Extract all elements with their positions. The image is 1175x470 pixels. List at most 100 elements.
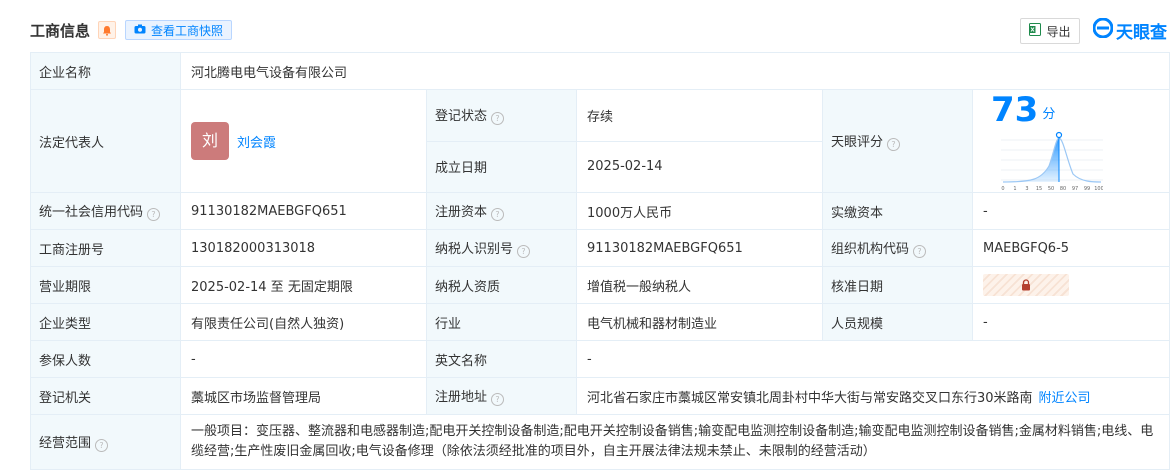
- credit-code-value: 91130182MAEBGFQ651: [180, 192, 427, 230]
- english-name-value: -: [575, 340, 1171, 378]
- help-icon[interactable]: ?: [491, 112, 505, 126]
- reg-capital-value: 1000万人民币: [576, 192, 823, 230]
- score-label: 天眼评分: [831, 135, 884, 150]
- score-chart-tick: 50: [1048, 186, 1054, 192]
- bell-icon[interactable]: [98, 21, 116, 39]
- approval-date-cell: [971, 266, 1171, 304]
- paid-capital-label: 实缴资本: [822, 192, 973, 230]
- staff-size-value: -: [971, 303, 1171, 341]
- reg-number-label: 工商注册号: [30, 229, 181, 267]
- help-icon[interactable]: ?: [517, 245, 531, 258]
- legal-rep-label: 法定代表人: [30, 89, 181, 193]
- view-snapshot-button[interactable]: 查看工商快照: [125, 20, 233, 40]
- org-code-value: MAEBGFQ6-5: [971, 229, 1171, 267]
- reg-number-value: 130182000313018: [180, 229, 427, 267]
- lock-icon: [1022, 279, 1030, 291]
- brand-logo: 天眼查: [1092, 17, 1167, 43]
- score-unit: 分: [1042, 106, 1056, 122]
- org-code-label: 组织机构代码: [831, 242, 910, 257]
- taxpayer-id-label-cell: 纳税人识别号?: [426, 229, 577, 267]
- nearby-companies-link[interactable]: 附近公司: [1039, 391, 1091, 406]
- founded-label: 成立日期: [426, 140, 577, 193]
- reg-address-cell: 河北省石家庄市藁城区常安镇北周卦村中华大街与常安路交叉口东行30米路南 附近公司: [575, 377, 1171, 415]
- tianyancha-logo-icon: [1092, 17, 1114, 43]
- help-icon[interactable]: ?: [491, 208, 505, 221]
- reg-capital-label: 注册资本: [435, 205, 488, 220]
- reg-authority-label: 登记机关: [30, 377, 181, 415]
- credit-code-label: 统一社会信用代码: [39, 205, 144, 220]
- staff-size-label: 人员规模: [822, 303, 973, 341]
- locked-value[interactable]: [983, 274, 1069, 296]
- reg-status-label-cell: 登记状态?: [426, 89, 577, 142]
- table-row: 企业名称 河北腾电电气设备有限公司: [30, 52, 1171, 90]
- industry-label: 行业: [426, 303, 577, 341]
- taxpayer-qual-value: 增值税一般纳税人: [576, 266, 823, 304]
- table-row: 登记机关 藁城区市场监督管理局 注册地址? 河北省石家庄市藁城区常安镇北周卦村中…: [30, 377, 1171, 415]
- credit-code-label-cell: 统一社会信用代码?: [30, 192, 181, 230]
- help-icon[interactable]: ?: [95, 439, 109, 452]
- section-title: 工商信息: [30, 22, 91, 40]
- score-chart-tick: 3: [1025, 186, 1028, 192]
- reg-address-label: 注册地址: [435, 390, 488, 405]
- reg-status-label: 登记状态: [435, 109, 488, 125]
- score-chart-tick: 0: [1001, 186, 1004, 192]
- business-term-value: 2025-02-14 至 无固定期限: [180, 266, 427, 304]
- table-row: 工商注册号 130182000313018 纳税人识别号? 91130182MA…: [30, 229, 1171, 267]
- company-name-label: 企业名称: [30, 52, 181, 90]
- legal-rep-cell: 刘刘会霞: [180, 89, 427, 193]
- export-button[interactable]: 导出: [1020, 18, 1080, 44]
- avatar[interactable]: 刘: [191, 122, 229, 160]
- help-icon[interactable]: ?: [491, 393, 505, 406]
- score-chart-tick: 15: [1036, 186, 1042, 192]
- approval-date-label: 核准日期: [822, 266, 973, 304]
- score-chart-tick: 99: [1084, 186, 1090, 192]
- reg-capital-label-cell: 注册资本?: [426, 192, 577, 230]
- insured-label: 参保人数: [30, 340, 181, 378]
- founded-value: 2025-02-14: [576, 140, 823, 193]
- score-chart-tick: 97: [1072, 186, 1078, 192]
- export-label: 导出: [1046, 24, 1071, 39]
- brand-name: 天眼查: [1116, 23, 1167, 43]
- table-row: 法定代表人 刘刘会霞 登记状态? 存续 天眼评分? 73 分 0 1 3 15 50 80 9…: [30, 89, 1171, 193]
- scope-label: 经营范围: [39, 436, 92, 451]
- score-label-cell: 天眼评分?: [822, 89, 973, 193]
- table-row: 参保人数 - 英文名称 -: [30, 340, 1171, 378]
- excel-icon: [1029, 23, 1042, 39]
- score-chart-tick: 100: [1094, 186, 1103, 192]
- table-row: 统一社会信用代码? 91130182MAEBGFQ651 注册资本? 1000万…: [30, 192, 1171, 230]
- business-info-table: 企业名称 河北腾电电气设备有限公司 法定代表人 刘刘会霞 登记状态? 存续 天眼…: [30, 52, 1171, 470]
- reg-authority-value: 藁城区市场监督管理局: [180, 377, 427, 415]
- help-icon[interactable]: ?: [913, 245, 927, 258]
- taxpayer-id-label: 纳税人识别号: [435, 242, 514, 257]
- score-chart-tick: 1: [1013, 186, 1016, 192]
- insured-value: -: [180, 340, 427, 378]
- help-icon[interactable]: ?: [147, 208, 161, 221]
- business-term-label: 营业期限: [30, 266, 181, 304]
- industry-value: 电气机械和器材制造业: [576, 303, 823, 341]
- taxpayer-id-value: 91130182MAEBGFQ651: [576, 229, 823, 267]
- score-value: 73: [991, 90, 1039, 131]
- reg-address-label-cell: 注册地址?: [426, 377, 577, 415]
- table-row: 经营范围? 一般项目：变压器、整流器和电感器制造;配电开关控制设备制造;配电开关…: [30, 414, 1171, 470]
- company-name-value: 河北腾电电气设备有限公司: [179, 52, 1171, 90]
- score-distribution-chart: 0 1 3 15 50 80 97 99 100: [1001, 131, 1104, 192]
- org-code-label-cell: 组织机构代码?: [822, 229, 973, 267]
- paid-capital-value: -: [971, 192, 1171, 230]
- english-name-label: 英文名称: [426, 340, 577, 378]
- scope-label-cell: 经营范围?: [30, 414, 181, 470]
- score-chart-tick: 80: [1060, 186, 1066, 192]
- table-row: 企业类型 有限责任公司(自然人独资) 行业 电气机械和器材制造业 人员规模 -: [30, 303, 1171, 341]
- legal-rep-name-link[interactable]: 刘会霞: [237, 136, 276, 151]
- reg-address-value: 河北省石家庄市藁城区常安镇北周卦村中华大街与常安路交叉口东行30米路南: [587, 390, 1033, 406]
- section-header: 工商信息 查看工商快照 导出 天眼查: [0, 0, 1175, 52]
- scope-value: 一般项目：变压器、整流器和电感器制造;配电开关控制设备制造;配电开关控制设备销售…: [179, 414, 1171, 470]
- score-cell[interactable]: 73 分 0 1 3 15 50 80 97 99 100: [971, 89, 1171, 193]
- table-row: 营业期限 2025-02-14 至 无固定期限 纳税人资质 增值税一般纳税人 核…: [30, 266, 1171, 304]
- camera-icon: [134, 23, 146, 37]
- company-type-label: 企业类型: [30, 303, 181, 341]
- reg-status-value: 存续: [576, 89, 823, 142]
- help-icon[interactable]: ?: [887, 138, 901, 151]
- company-type-value: 有限责任公司(自然人独资): [180, 303, 427, 341]
- view-snapshot-label: 查看工商快照: [151, 23, 224, 38]
- taxpayer-qual-label: 纳税人资质: [426, 266, 577, 304]
